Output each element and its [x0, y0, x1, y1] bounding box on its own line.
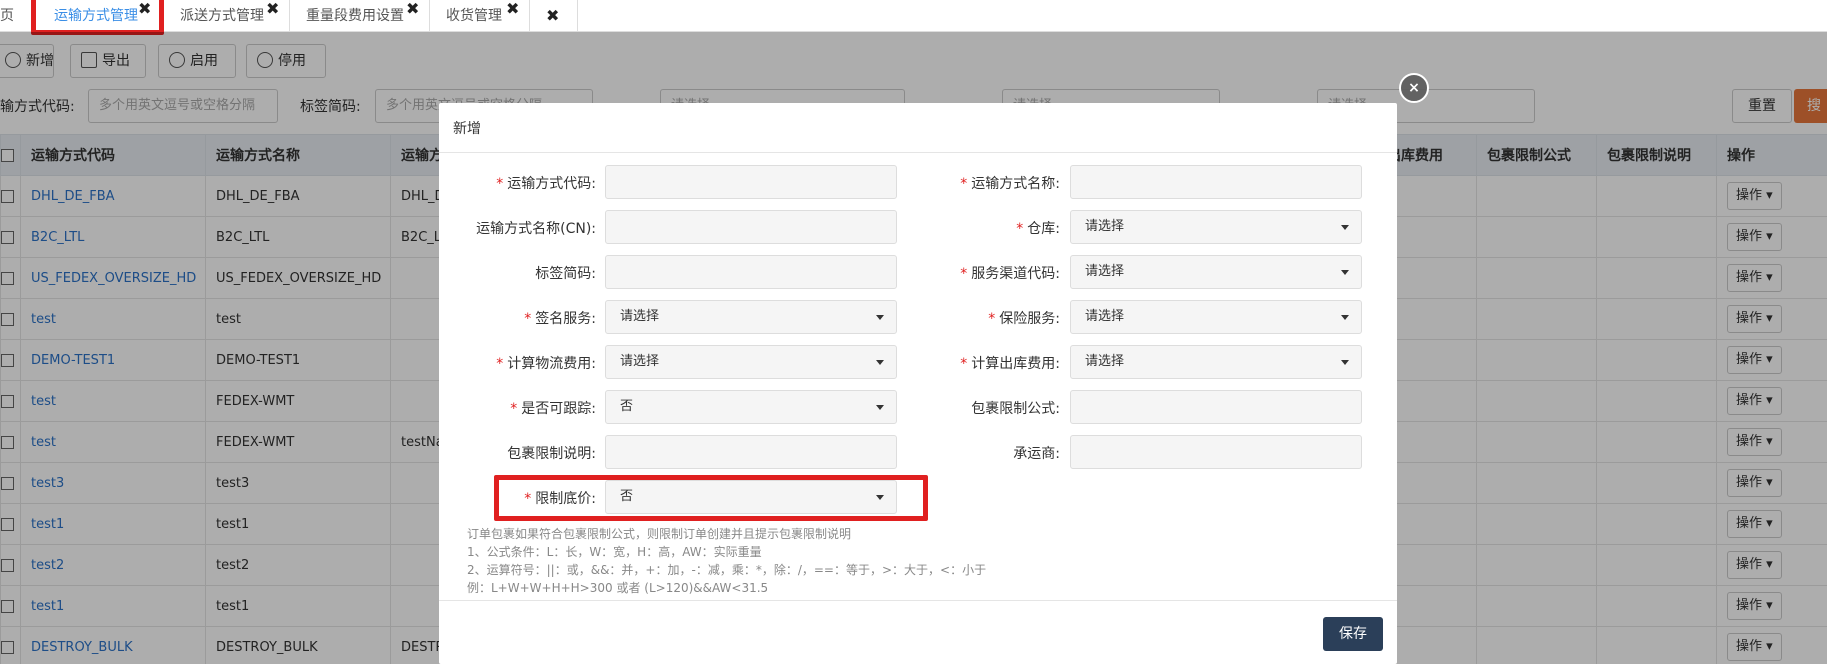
- close-icon[interactable]: ✖: [506, 0, 519, 25]
- input-ship-name[interactable]: [1070, 165, 1362, 199]
- select-warehouse[interactable]: 请选择: [1070, 210, 1362, 244]
- save-button[interactable]: 保存: [1323, 617, 1383, 651]
- input-tag-code[interactable]: [605, 255, 897, 289]
- tab-close-all[interactable]: ✖: [530, 0, 578, 32]
- required-mark: *: [496, 356, 504, 372]
- chevron-down-icon: [876, 360, 884, 365]
- chevron-down-icon: [876, 405, 884, 410]
- required-mark: *: [960, 356, 968, 372]
- select-channel-code[interactable]: 请选择: [1070, 255, 1362, 289]
- required-mark: *: [496, 176, 504, 192]
- label-tag-code: 标签简码:: [535, 266, 596, 282]
- chevron-down-icon: [1341, 270, 1349, 275]
- tab-delivery-methods[interactable]: 派送方式管理 ✖: [166, 0, 290, 32]
- input-carrier[interactable]: [1070, 435, 1362, 469]
- input-parcel-formula[interactable]: [1070, 390, 1362, 424]
- tab-highlight-box: [31, 0, 164, 35]
- required-mark: *: [524, 311, 532, 327]
- required-mark: *: [510, 401, 518, 417]
- input-parcel-desc[interactable]: [605, 435, 897, 469]
- chevron-down-icon: [1341, 360, 1349, 365]
- input-ship-name-cn[interactable]: [605, 210, 897, 244]
- chevron-down-icon: [1341, 315, 1349, 320]
- close-icon[interactable]: ✖: [406, 0, 419, 25]
- select-trackable[interactable]: 否: [605, 390, 897, 424]
- label-insurance: * 保险服务:: [988, 311, 1060, 327]
- label-outbound-fee: * 计算出库费用:: [960, 356, 1060, 372]
- close-icon[interactable]: ×: [1399, 73, 1429, 103]
- chevron-down-icon: [1341, 225, 1349, 230]
- select-logistics-fee[interactable]: 请选择: [605, 345, 897, 379]
- label-ship-name: * 运输方式名称:: [960, 176, 1060, 192]
- tab-weight-fee-settings[interactable]: 重量段费用设置 ✖: [290, 0, 430, 32]
- select-insurance[interactable]: 请选择: [1070, 300, 1362, 334]
- label-ship-name-cn: 运输方式名称(CN):: [476, 221, 596, 237]
- label-signature: * 签名服务:: [524, 311, 596, 327]
- tab-home[interactable]: 页: [0, 0, 32, 32]
- tab-label: 派送方式管理: [180, 8, 264, 24]
- formula-hint-line: 例：L+W+W+H+H>300 或者 (L>120)&&AW<31.5: [467, 581, 769, 595]
- label-trackable: * 是否可跟踪:: [510, 401, 596, 417]
- label-channel-code: * 服务渠道代码:: [960, 266, 1060, 282]
- close-icon[interactable]: ✖: [546, 0, 559, 32]
- tab-receiving[interactable]: 收货管理 ✖: [430, 0, 530, 32]
- label-logistics-fee: * 计算物流费用:: [496, 356, 596, 372]
- chevron-down-icon: [876, 315, 884, 320]
- field-highlight-box: [494, 475, 928, 521]
- required-mark: *: [960, 176, 968, 192]
- label-parcel-desc: 包裹限制说明:: [507, 446, 596, 462]
- select-outbound-fee[interactable]: 请选择: [1070, 345, 1362, 379]
- formula-hint-line: 2、运算符号：||：或，&&：并，+：加，-：减，乘：*，除：/，==：等于，>…: [467, 563, 987, 577]
- tab-bar: 页 运输方式管理 ✖ 派送方式管理 ✖ 重量段费用设置 ✖ 收货管理 ✖ ✖: [0, 0, 1827, 32]
- label-parcel-formula: 包裹限制公式:: [971, 401, 1060, 417]
- label-warehouse: * 仓库:: [1016, 221, 1060, 237]
- label-ship-code: * 运输方式代码:: [496, 176, 596, 192]
- tab-label: 重量段费用设置: [306, 8, 404, 24]
- input-ship-code[interactable]: [605, 165, 897, 199]
- tab-label: 收货管理: [446, 8, 502, 24]
- required-mark: *: [960, 266, 968, 282]
- formula-hint-line: 订单包裹如果符合包裹限制公式，则限制订单创建并且提示包裹限制说明: [467, 527, 852, 541]
- label-carrier: 承运商:: [1013, 446, 1060, 462]
- dialog-header: 新增: [439, 103, 1397, 153]
- required-mark: *: [1016, 221, 1024, 237]
- dialog-title: 新增: [453, 121, 481, 137]
- close-icon[interactable]: ✖: [266, 0, 279, 25]
- select-signature[interactable]: 请选择: [605, 300, 897, 334]
- dialog-footer-divider: [439, 600, 1397, 601]
- formula-hint-line: 1、公式条件：L：长，W：宽，H：高，AW：实际重量: [467, 545, 762, 559]
- required-mark: *: [988, 311, 996, 327]
